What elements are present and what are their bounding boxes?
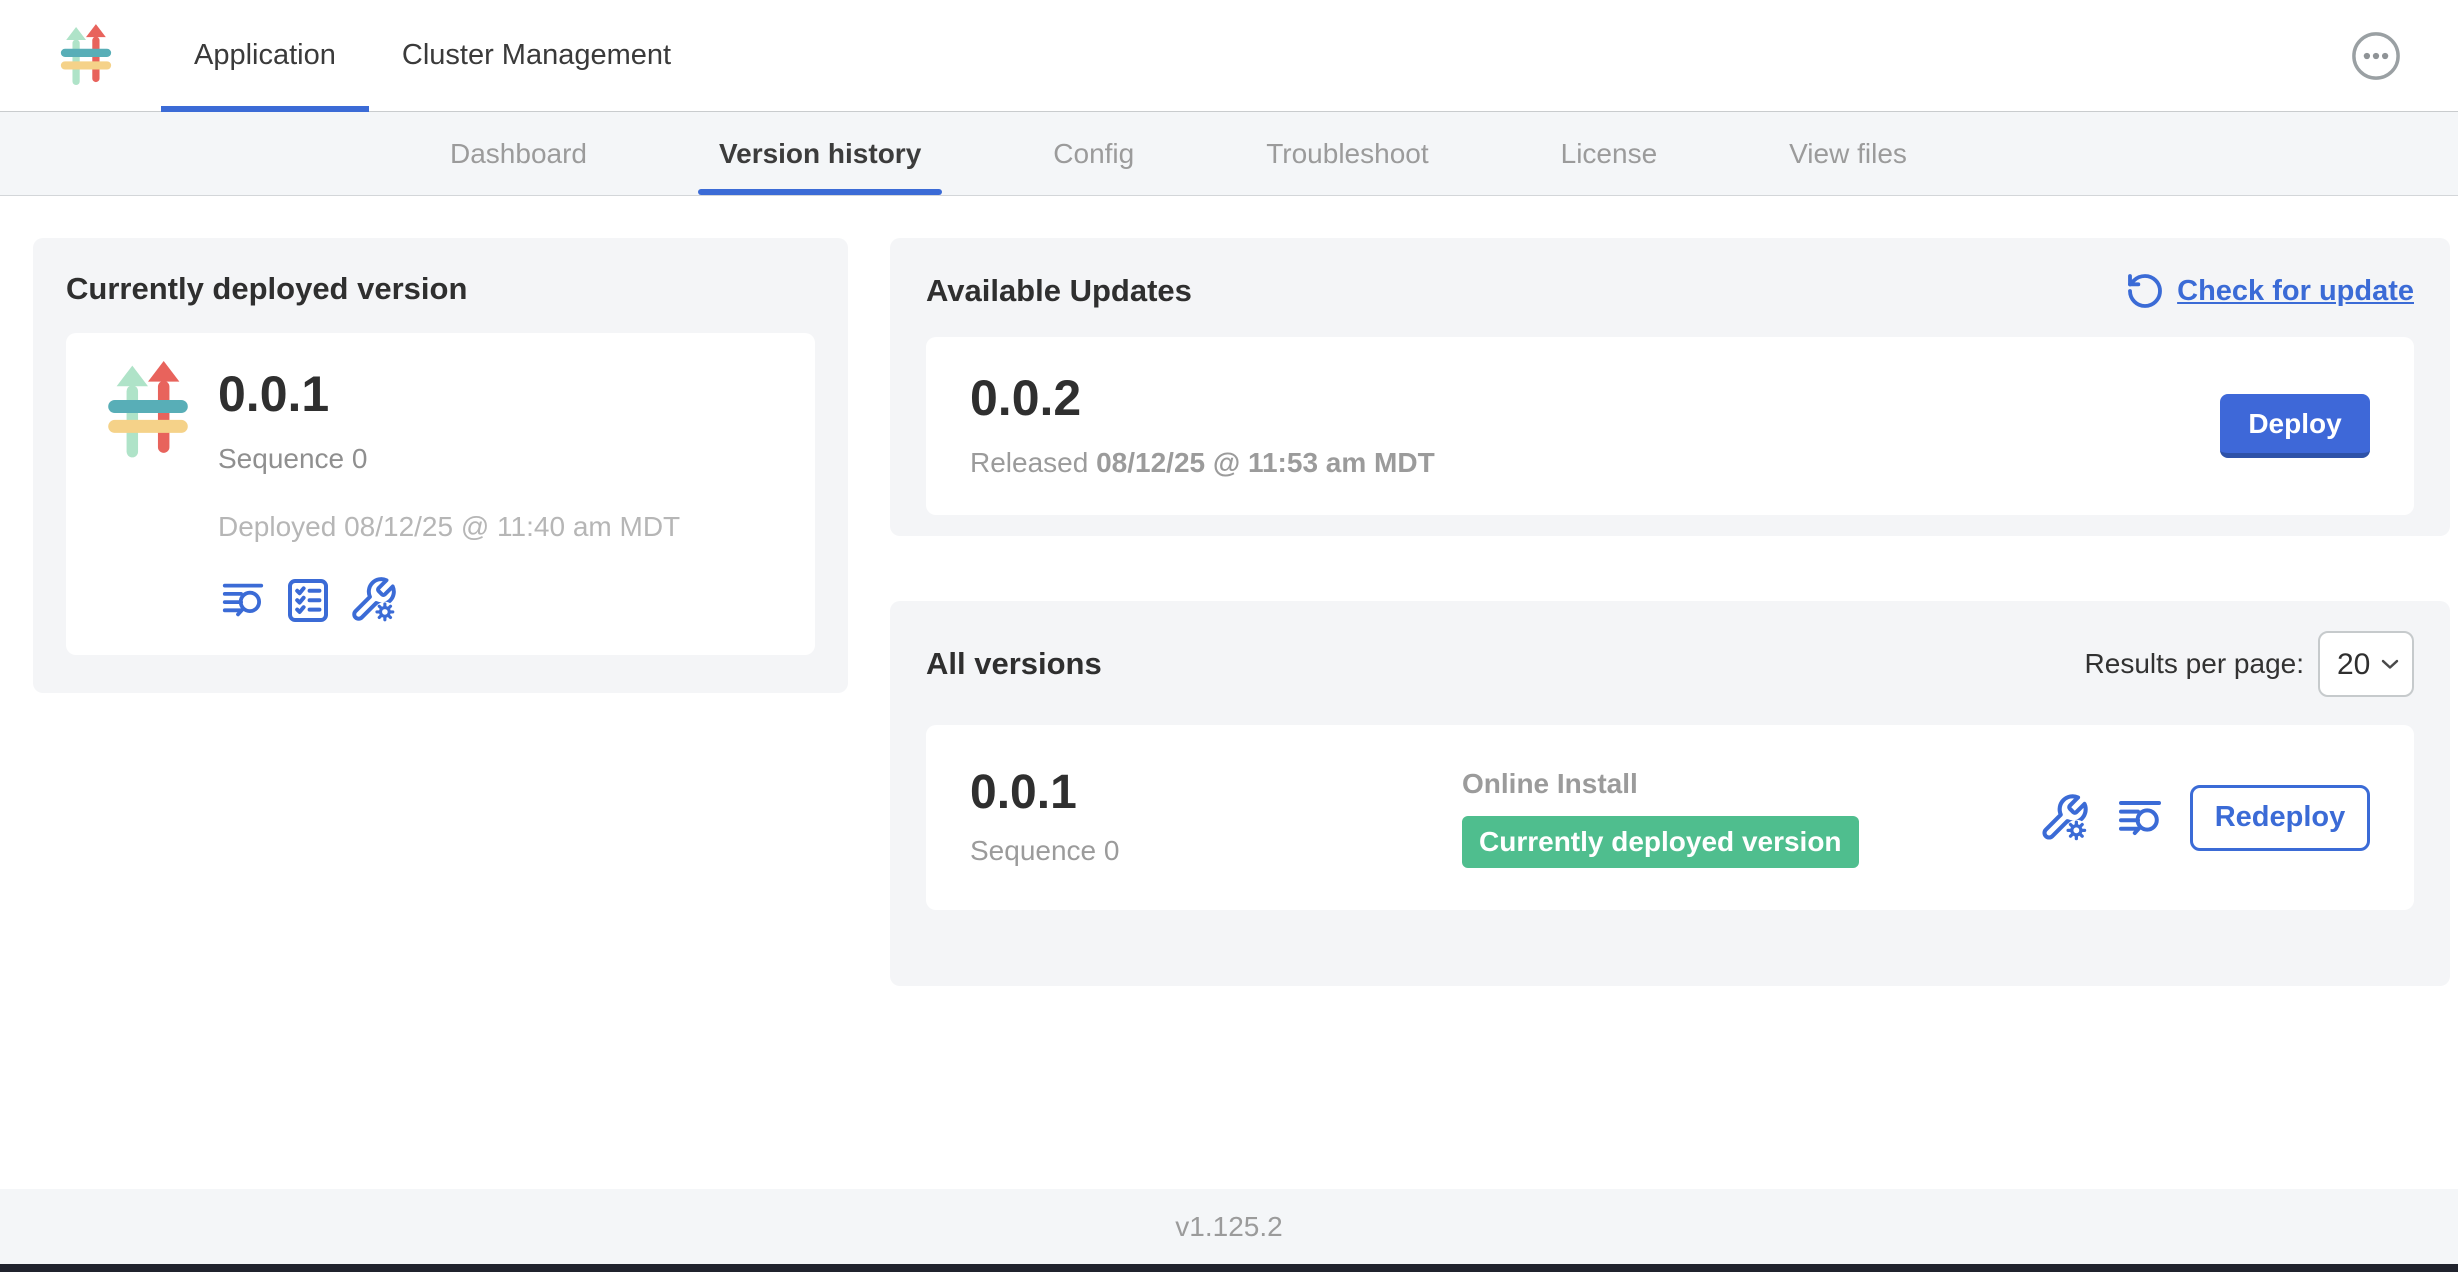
refresh-icon <box>2125 271 2165 311</box>
arrows-logo-icon <box>57 24 115 88</box>
tab-dashboard[interactable]: Dashboard <box>429 112 608 195</box>
window-bottom-edge <box>0 1264 2458 1272</box>
version-history-page: Currently deployed version 0.0.1 Sequenc… <box>0 196 2458 1189</box>
row-sequence: Sequence 0 <box>970 835 1462 867</box>
circle-ellipsis-icon <box>2350 30 2402 82</box>
release-diff-icon <box>218 577 268 623</box>
tab-application[interactable]: Application <box>161 0 369 111</box>
available-update-row: 0.0.2 Released 08/12/25 @ 11:53 am MDT D… <box>926 337 2414 515</box>
release-diff-button[interactable] <box>218 577 268 623</box>
config-wrench-icon <box>2038 792 2090 844</box>
all-versions-card: All versions Results per page: 20 0. <box>890 601 2450 986</box>
config-wrench-icon <box>348 575 398 625</box>
results-per-page-label: Results per page: <box>2085 648 2304 680</box>
deploy-button[interactable]: Deploy <box>2220 394 2370 458</box>
row-install-type: Online Install <box>1462 768 2038 800</box>
app-sub-nav: Dashboard Version history Config Trouble… <box>0 112 2458 196</box>
row-version-number: 0.0.1 <box>970 769 1462 817</box>
update-version-number: 0.0.2 <box>970 373 1435 423</box>
right-column: Available Updates Check for update 0.0.2… <box>890 238 2450 1189</box>
currently-deployed-card: Currently deployed version 0.0.1 Sequenc… <box>33 238 848 693</box>
tab-cluster-management[interactable]: Cluster Management <box>369 0 704 111</box>
all-versions-title: All versions <box>926 646 1102 682</box>
redeploy-button[interactable]: Redeploy <box>2190 785 2370 851</box>
deployed-version-panel: 0.0.1 Sequence 0 Deployed 08/12/25 @ 11:… <box>66 333 815 655</box>
preflight-checks-button[interactable] <box>284 575 332 625</box>
release-diff-button[interactable] <box>2114 794 2166 842</box>
tab-license[interactable]: License <box>1540 112 1679 195</box>
update-released-timestamp: Released 08/12/25 @ 11:53 am MDT <box>970 447 1435 479</box>
arrows-logo-icon <box>102 361 194 462</box>
deployed-version-number: 0.0.1 <box>218 369 680 419</box>
deployed-timestamp: Deployed 08/12/25 @ 11:40 am MDT <box>218 511 680 543</box>
currently-deployed-badge: Currently deployed version <box>1462 816 1859 868</box>
edit-config-button[interactable] <box>2038 792 2090 844</box>
deployed-sequence: Sequence 0 <box>218 443 680 475</box>
app-footer: v1.125.2 <box>0 1189 2458 1264</box>
check-for-update-link[interactable]: Check for update <box>2125 271 2414 311</box>
version-row: 0.0.1 Sequence 0 Online Install Currentl… <box>926 725 2414 910</box>
available-updates-card: Available Updates Check for update 0.0.2… <box>890 238 2450 536</box>
app-level-tabs: Application Cluster Management <box>161 0 704 111</box>
available-updates-title: Available Updates <box>926 273 1192 309</box>
deployed-action-icons <box>218 575 680 625</box>
tab-config[interactable]: Config <box>1032 112 1155 195</box>
results-per-page-select[interactable]: 20 <box>2318 631 2414 697</box>
top-nav: Application Cluster Management <box>0 0 2458 112</box>
check-for-update-label: Check for update <box>2177 275 2414 308</box>
preflight-checks-icon <box>284 575 332 625</box>
more-menu-button[interactable] <box>2350 30 2402 82</box>
console-version: v1.125.2 <box>1175 1211 1282 1243</box>
app-logo <box>57 24 115 88</box>
currently-deployed-title: Currently deployed version <box>66 271 815 307</box>
tab-view-files[interactable]: View files <box>1768 112 1928 195</box>
release-diff-icon <box>2114 794 2166 842</box>
tab-version-history[interactable]: Version history <box>698 112 942 195</box>
tab-troubleshoot[interactable]: Troubleshoot <box>1245 112 1449 195</box>
edit-config-button[interactable] <box>348 575 398 625</box>
